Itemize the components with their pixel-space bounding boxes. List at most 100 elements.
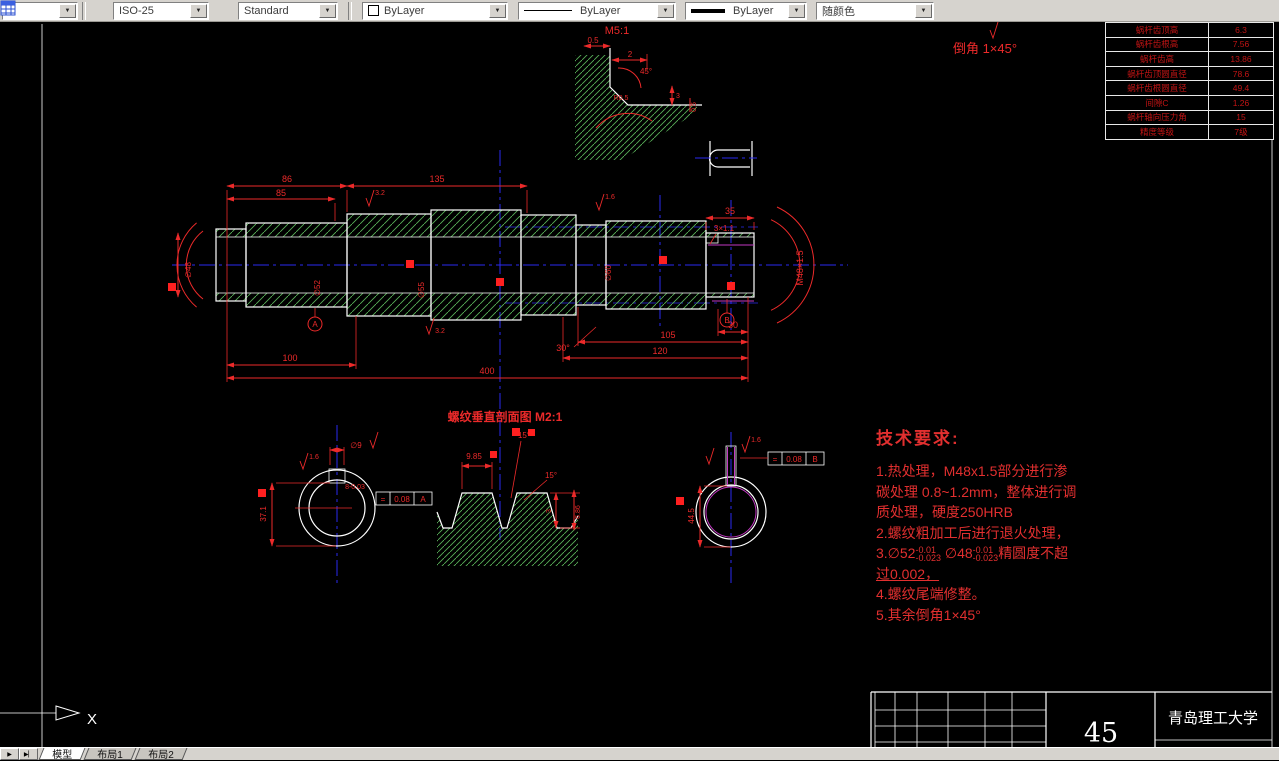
tolerance-symbol: = [773, 455, 778, 464]
tolerance-datum: A [420, 495, 426, 504]
ucs-x-arrow-icon [55, 705, 81, 721]
selection-grip[interactable] [676, 497, 684, 505]
surface-finish-icon [369, 431, 379, 449]
chamfer-note: 倒角 1×45° [953, 22, 1017, 56]
dim-0-5-side: 0.5 [691, 102, 698, 112]
tab-nav-last-button[interactable]: ▶▏ [19, 748, 38, 760]
selection-grip[interactable] [727, 282, 735, 290]
dim-100: 100 [282, 353, 297, 363]
selection-grip[interactable] [168, 283, 176, 291]
tech-req-line-3b: 过0.002， [876, 565, 940, 582]
surface-finish-1-6b: 1.6 [309, 454, 319, 461]
dim-3: 3 [676, 93, 680, 100]
tab-model[interactable]: 模型 [38, 748, 86, 761]
selection-grip[interactable] [659, 256, 667, 264]
dim-style-icon[interactable] [1, 1, 111, 19]
chevron-down-icon[interactable]: ▼ [190, 3, 207, 18]
text-style-value: Standard [244, 4, 289, 17]
surface-finish-icon [705, 447, 715, 465]
tech-req-line-3: 3.∅52 -0.01 -0.023 ∅48 -0.01 -0.023 精圆度不超 [876, 545, 1069, 563]
thread-profile-detail: 螺纹垂直剖面图 M2:1 9.85 15° 15° 3 6.86 [436, 409, 582, 566]
title-block: 45 青岛理工大学 [870, 691, 1272, 747]
color-combobox[interactable]: ByLayer ▼ [362, 1, 508, 20]
dim-9-85: 9.85 [466, 452, 482, 461]
dim-dia60: ∅60 [604, 265, 613, 281]
right-cross-section: 1.6 = 0.08 B 44.5 [676, 432, 825, 585]
ucs-x-label: X [87, 711, 97, 728]
linetype-value: ByLayer [580, 4, 621, 17]
dim-6-86: 6.86 [575, 505, 582, 519]
dim-style-combobox[interactable]: ISO-25 ▼ [113, 1, 209, 20]
tech-req-line-1a: 1.热处理，M48x1.5部分进行渗 [876, 463, 1068, 479]
keyway-slot-plan-view [695, 141, 757, 176]
surface-finish-icon [425, 317, 435, 335]
tolerance-value: 0.08 [394, 495, 410, 504]
table-row: 蜗杆齿顶高 6.3 [1105, 22, 1274, 38]
surface-finish-3-2: 3.2 [375, 190, 385, 197]
dim-keyway-3x1-1: 3×1.1 [714, 224, 735, 233]
main-shaft-view: ∅48 M48×1.5 86 85 135 35 3×1.1 30 105 12… [168, 150, 848, 540]
tolerance-stack: -0.01 -0.023 [972, 545, 999, 563]
dim-44-5: 44.5 [687, 508, 696, 524]
dim-0-5-top: 0.5 [587, 36, 599, 45]
text-style-icon[interactable] [0, 0, 236, 19]
text-style-combobox[interactable]: Standard ▼ [238, 1, 338, 20]
tab-nav-next-button[interactable]: ▶ [0, 748, 19, 760]
selection-grip[interactable] [258, 489, 266, 497]
datum-b-label: B [724, 316, 729, 325]
dim-35: 35 [725, 206, 735, 216]
top-toolbar: ▼ ISO-25 ▼ Standard ▼ ByLayer ▼ ByLayer … [0, 0, 1279, 22]
dim-86: 86 [282, 174, 292, 184]
table-row: 间隙C 1.26 [1105, 94, 1274, 111]
chevron-down-icon[interactable]: ▼ [489, 3, 506, 18]
selection-grip[interactable] [406, 260, 414, 268]
plot-style-value: 随颜色 [822, 5, 855, 18]
tolerance-value: 0.08 [786, 455, 802, 464]
surface-finish-3-2b: 3.2 [435, 328, 445, 335]
drawing-canvas[interactable]: M5:1 0.5 2 45° R0.5 3 0.5 倒角 1×45° ∅48 M… [0, 22, 1279, 747]
dim-dia52: ∅52 [313, 280, 322, 296]
dim-2: 2 [628, 50, 633, 59]
plot-style-combobox[interactable]: 随颜色 ▼ [816, 1, 934, 20]
table-row: 蜗杆轴向压力角 15 [1105, 109, 1274, 126]
linetype-combobox[interactable]: ByLayer ▼ [518, 1, 676, 20]
thread-section-title: 螺纹垂直剖面图 M2:1 [448, 409, 563, 424]
selection-grip[interactable] [490, 451, 497, 458]
linetype-sample-icon [524, 10, 572, 11]
left-cross-section: ∅9 37.1 1.6 8-0.03 = 0.08 A [258, 425, 433, 583]
toolbar-separator [82, 1, 86, 20]
chevron-down-icon[interactable]: ▼ [59, 3, 76, 18]
dim-37-1: 37.1 [259, 506, 268, 522]
dim-angle-30: 30° [556, 343, 570, 353]
color-swatch-icon [368, 5, 379, 16]
chevron-down-icon[interactable]: ▼ [319, 3, 336, 18]
toolbar-separator [348, 1, 352, 20]
tech-req-line-4: 4.螺纹尾端修整。 [876, 586, 986, 602]
chamfer-note-text: 倒角 1×45° [953, 41, 1017, 56]
surface-finish-icon [365, 189, 375, 207]
tech-req-line-2: 2.螺纹粗加工后进行退火处理， [876, 524, 1070, 541]
color-value: ByLayer [384, 4, 425, 17]
surface-finish-icon [989, 22, 999, 39]
tab-layout1[interactable]: 布局1 [83, 748, 136, 761]
organization-name: 青岛理工大学 [1168, 710, 1258, 727]
tab-layout2[interactable]: 布局2 [134, 748, 187, 761]
shaft-dimensions: 86 85 135 35 3×1.1 30 105 120 100 400 30… [226, 174, 755, 382]
dim-dia55: ∅55 [417, 282, 426, 298]
dim-dia9: ∅9 [350, 441, 362, 450]
chevron-down-icon[interactable]: ▼ [788, 3, 805, 18]
tolerance-stack: -0.01 -0.023 [915, 545, 941, 563]
lineweight-combobox[interactable]: ByLayer ▼ [685, 1, 807, 20]
selection-grip[interactable] [528, 429, 535, 436]
surface-finish-1-6c: 1.6 [751, 437, 761, 444]
dim-400: 400 [479, 366, 494, 376]
tolerance-datum: B [812, 455, 817, 464]
chevron-down-icon[interactable]: ▼ [657, 3, 674, 18]
chevron-down-icon[interactable]: ▼ [915, 3, 932, 18]
layout-tab-bar: ▶ ▶▏ 模型 布局1 布局2 [0, 747, 1279, 761]
surface-finish-icon [299, 452, 309, 470]
table-row: 蜗杆齿顶圆直径 78.6 [1105, 65, 1274, 82]
selection-grip[interactable] [496, 278, 504, 286]
dim-dia48: ∅48 [184, 262, 193, 278]
lineweight-sample-icon [691, 8, 725, 13]
